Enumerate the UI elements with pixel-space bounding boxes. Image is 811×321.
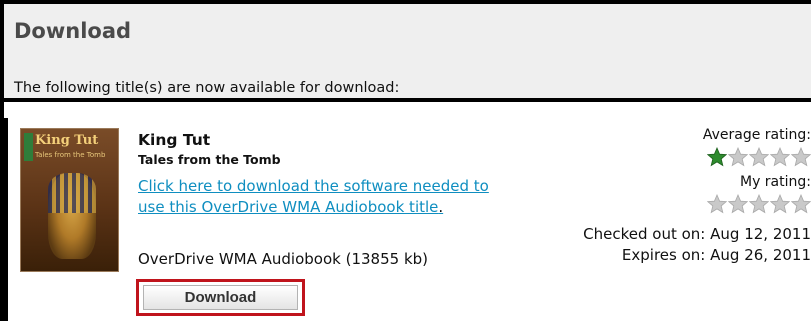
book-cover-image[interactable]: King Tut Tales from the Tomb [20,128,119,272]
star-empty-icon[interactable] [770,194,790,214]
cover-title: King Tut [35,133,99,148]
checked-out-row: Checked out on: Aug 12, 2011 [583,225,811,243]
star-filled-icon [707,147,727,167]
star-empty-icon[interactable] [728,194,748,214]
cover-subtitle: Tales from the Tomb [35,151,106,159]
page-title: Download [14,19,132,43]
item-title[interactable]: King Tut [138,131,210,149]
average-rating-label: Average rating: [702,127,811,143]
star-empty-icon[interactable] [791,194,811,214]
link-period: . [438,198,444,216]
availability-message: The following title(s) are now available… [14,80,400,96]
item-subtitle: Tales from the Tomb [138,152,281,167]
item-format: OverDrive WMA Audiobook (13855 kb) [138,250,429,268]
star-empty-icon[interactable] [749,194,769,214]
expires-row: Expires on: Aug 26, 2011 [622,246,811,264]
ratings-panel: Average rating: My rating: Checked out o… [491,118,811,318]
software-download-link[interactable]: Click here to download the software need… [138,177,489,216]
star-empty-icon[interactable] [707,194,727,214]
star-empty-icon [791,147,811,167]
average-rating-stars [707,147,811,167]
headdress-stripes [48,173,96,213]
star-empty-icon [749,147,769,167]
download-header: Download The following title(s) are now … [4,4,811,102]
download-button-highlight: Download [136,279,305,316]
download-item: King Tut Tales from the Tomb King Tut Ta… [4,118,811,321]
checked-out-date: Aug 12, 2011 [710,225,811,243]
star-empty-icon [770,147,790,167]
expires-label: Expires on: [621,246,706,264]
my-rating-label: My rating: [739,174,811,190]
checked-out-label: Checked out on: [583,225,706,243]
publisher-badge [24,133,33,161]
star-empty-icon [728,147,748,167]
download-button[interactable]: Download [143,285,298,310]
software-download-link-block: Click here to download the software need… [138,176,493,218]
expires-date: Aug 26, 2011 [710,246,811,264]
my-rating-stars[interactable] [707,194,811,214]
